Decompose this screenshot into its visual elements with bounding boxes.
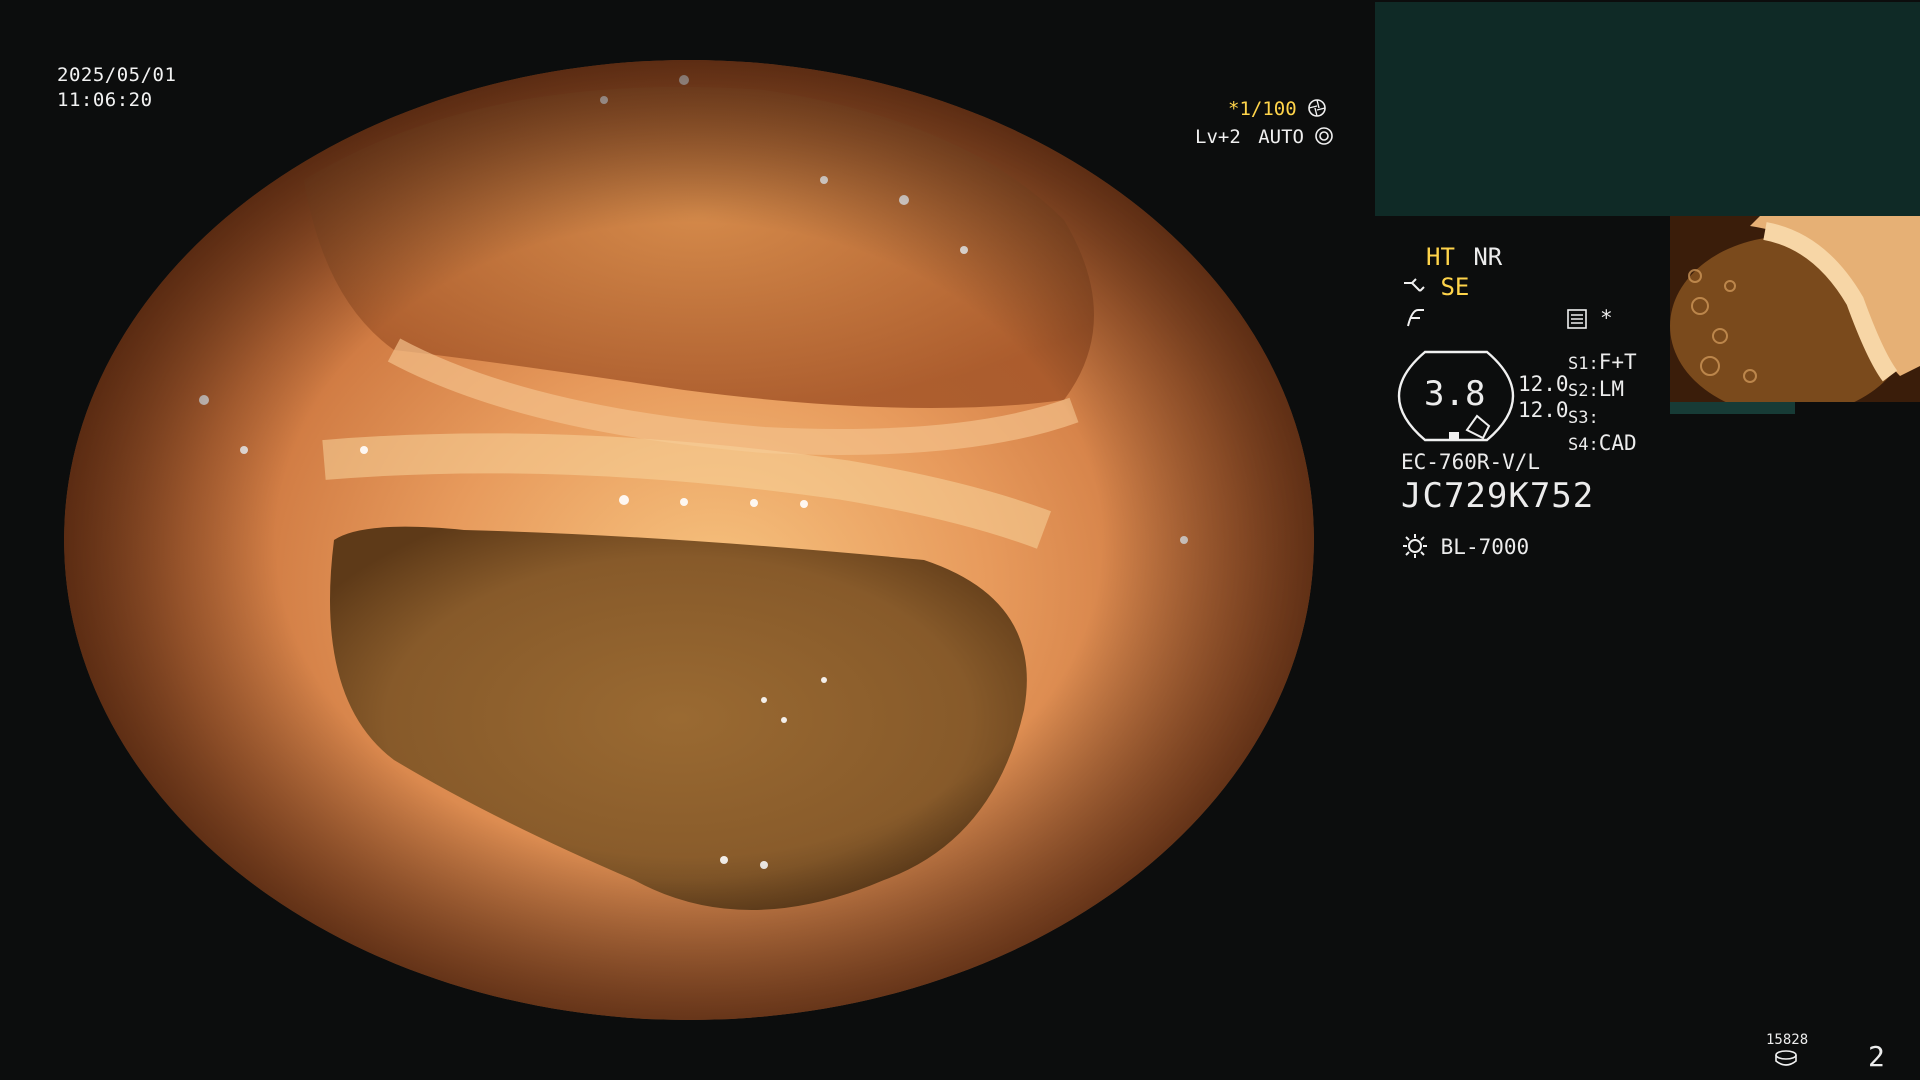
star-marker: * <box>1600 306 1613 330</box>
switch-assignments: S1:F+T S2:LM S3: S4:CAD <box>1568 350 1637 458</box>
shutter-indicator: *1/100 <box>1228 98 1326 120</box>
scope-serial: JC729K752 <box>1401 476 1595 516</box>
ht-label: HT <box>1426 243 1455 271</box>
thumbnail-illustration <box>1670 216 1920 402</box>
switch-s3: S3: <box>1568 408 1599 428</box>
enhancement-row: HT NR <box>1426 243 1502 271</box>
iris-icon <box>1315 127 1334 145</box>
disk-icon <box>1775 1050 1797 1066</box>
image-counter: 15828 <box>1766 1032 1809 1048</box>
switch-s1: S1:F+T <box>1568 350 1637 374</box>
setting-value-1: 12.0 <box>1518 372 1569 396</box>
colon-lumen-image <box>64 60 1314 1020</box>
scope-icon <box>1404 278 1425 292</box>
setting-value-2: 12.0 <box>1518 398 1569 422</box>
memory-icon <box>1567 309 1587 329</box>
light-source-row: BL-7000 <box>1402 533 1529 559</box>
endoscope-view <box>64 60 1314 1020</box>
noise-icon <box>1407 309 1424 327</box>
thumbnail-image <box>1670 216 1920 402</box>
aperture-icon <box>1308 99 1326 117</box>
date-text: 2025/05/01 <box>57 64 177 86</box>
endoscopy-illustration <box>64 60 1314 1020</box>
datetime-block: 2025/05/01 11:06:20 <box>57 63 176 113</box>
se-label: SE <box>1440 273 1470 301</box>
pip-display-area <box>1375 2 1920 216</box>
nr-label: NR <box>1473 243 1503 271</box>
switch-s4: S4:CAD <box>1568 431 1637 455</box>
thumbnail-progress-bar <box>1670 402 1795 414</box>
light-source-text: BL-7000 <box>1440 535 1530 559</box>
page-number: 2 <box>1868 1040 1885 1073</box>
time-text: 11:06:20 <box>57 89 153 111</box>
level-indicator: Lv+2 AUTO <box>1195 126 1334 148</box>
auto-mode-text: AUTO <box>1258 126 1304 148</box>
level-text: Lv+2 <box>1195 126 1241 148</box>
shutter-speed: *1/100 <box>1228 98 1297 120</box>
magnification-value: 3.8 <box>1424 374 1486 414</box>
switch-s2: S2:LM <box>1568 377 1625 401</box>
light-source-icon <box>1403 534 1427 558</box>
scope-model: EC-760R-V/L <box>1401 450 1541 474</box>
se-row: SE <box>1402 273 1469 301</box>
